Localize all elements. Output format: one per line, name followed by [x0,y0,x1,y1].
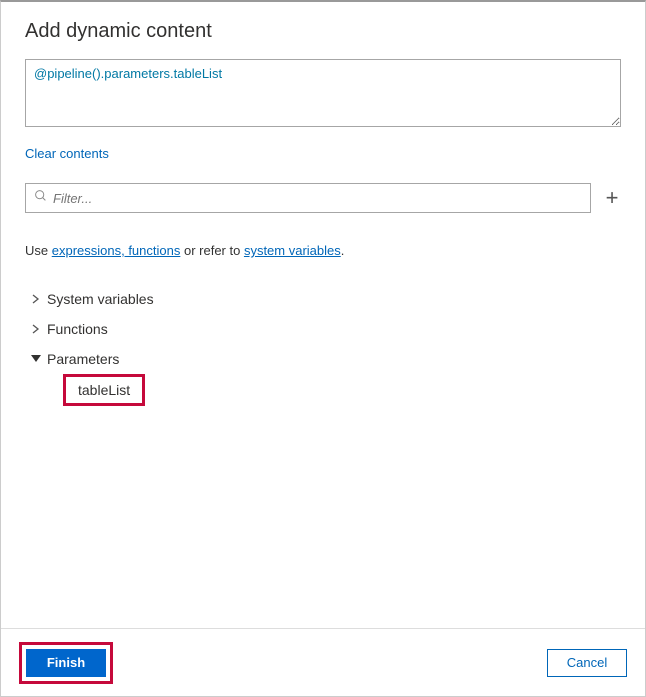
clear-contents-link[interactable]: Clear contents [25,146,109,161]
tree-label: System variables [47,291,154,307]
cancel-button[interactable]: Cancel [547,649,627,677]
expression-textarea[interactable] [25,59,621,127]
tree-label: Functions [47,321,108,337]
help-text: Use expressions, functions or refer to s… [25,243,621,258]
chevron-right-icon [29,294,43,304]
tree-node-functions[interactable]: Functions [25,314,621,344]
help-suffix: . [341,243,345,258]
filter-input[interactable] [53,191,582,206]
tree-label: Parameters [47,351,119,367]
search-icon [34,189,47,207]
system-variables-link[interactable]: system variables [244,243,341,258]
parameter-label: tableList [78,382,130,398]
tree-node-system-variables[interactable]: System variables [25,284,621,314]
finish-button[interactable]: Finish [26,649,106,677]
dialog-footer: Finish Cancel [1,628,645,696]
finish-highlight: Finish [19,642,113,684]
chevron-down-icon [29,355,43,363]
chevron-right-icon [29,324,43,334]
tree-node-parameters[interactable]: Parameters [25,344,621,374]
expressions-functions-link[interactable]: expressions, functions [52,243,181,258]
content-tree: System variables Functions Parameters ta… [25,284,621,404]
filter-box[interactable] [25,183,591,213]
tree-leaf-wrapper: tableList [25,374,621,404]
help-mid: or refer to [180,243,244,258]
add-icon[interactable]: + [603,187,621,209]
filter-row: + [25,183,621,213]
help-prefix: Use [25,243,52,258]
parameter-item-tablelist[interactable]: tableList [63,374,145,406]
page-title: Add dynamic content [25,20,621,43]
